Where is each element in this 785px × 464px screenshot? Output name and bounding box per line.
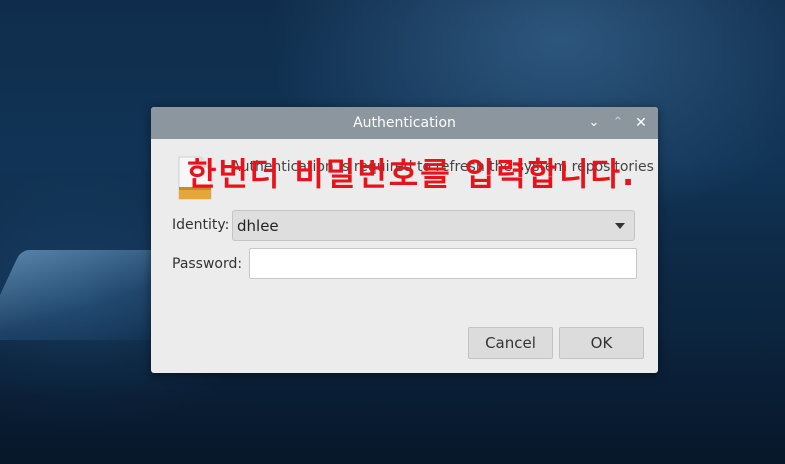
- password-label: Password:: [172, 256, 243, 272]
- maximize-button[interactable]: ⌃: [609, 114, 627, 132]
- annotation-overlay: 한번더 비밀번호를 입력합니다.: [187, 155, 637, 193]
- password-field[interactable]: [249, 248, 637, 279]
- identity-label: Identity:: [172, 217, 230, 233]
- close-button[interactable]: ✕: [632, 114, 650, 132]
- chevron-down-icon: ⌄: [588, 115, 600, 130]
- chevron-up-icon: ⌃: [612, 115, 624, 130]
- minimize-button[interactable]: ⌄: [585, 114, 603, 132]
- dialog-title: Authentication: [353, 115, 456, 131]
- identity-select[interactable]: dhlee: [232, 210, 635, 241]
- identity-value: dhlee: [237, 217, 279, 235]
- close-icon: ✕: [635, 115, 647, 131]
- authentication-dialog: Authentication ⌄ ⌃ ✕ Authentication is r…: [151, 107, 658, 373]
- dropdown-arrow-icon: [615, 223, 625, 229]
- dialog-titlebar[interactable]: Authentication ⌄ ⌃ ✕: [151, 107, 658, 139]
- ok-button[interactable]: OK: [559, 327, 644, 359]
- cancel-button[interactable]: Cancel: [468, 327, 553, 359]
